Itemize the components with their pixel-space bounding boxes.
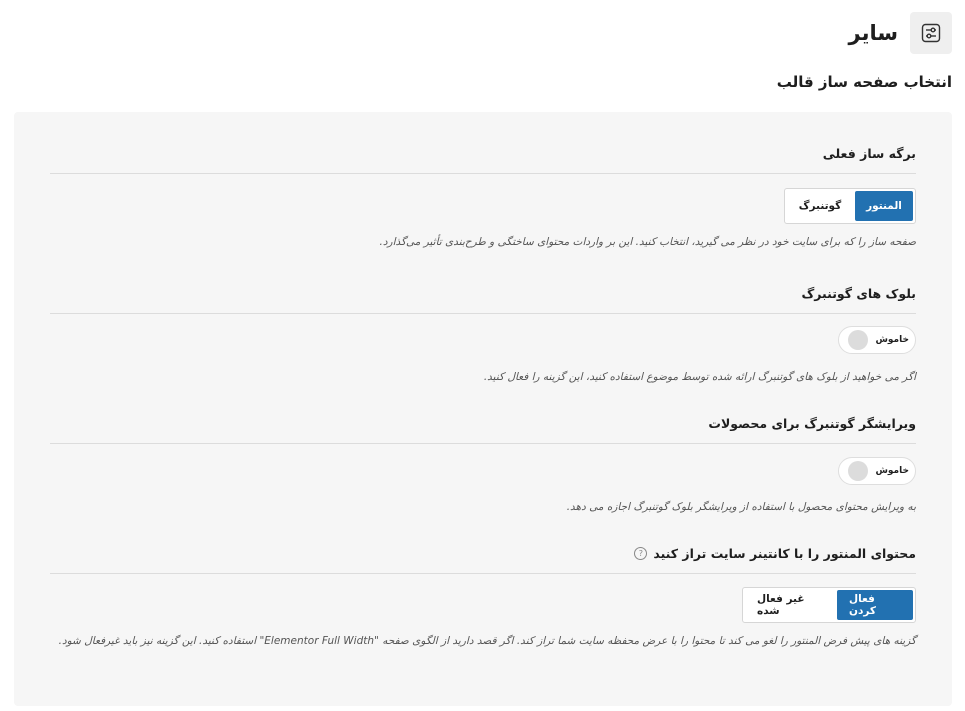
gutenberg-products-toggle[interactable]: خاموش — [838, 457, 916, 485]
field-label-elementor-container: محتوای المنتور را با کانتینر سایت تراز ک… — [50, 546, 916, 561]
option-elementor-button[interactable]: المنتور — [855, 191, 913, 221]
divider — [50, 573, 916, 574]
field-gutenberg-products: ویرایشگر گوتنبرگ برای محصولات خاموش به و… — [50, 416, 916, 517]
option-gutenberg-button[interactable]: گوتنبرگ — [787, 191, 853, 221]
field-description: اگر می خواهید از بلوک های گوتنبرگ ارائه … — [483, 371, 916, 383]
field-label-gutenberg-blocks: بلوک های گوتنبرگ — [801, 286, 916, 301]
page-header: سایر — [848, 12, 952, 54]
divider — [50, 173, 916, 174]
elementor-container-selector: فعال کردن غیر فعال شده — [742, 587, 916, 623]
option-disable-button[interactable]: غیر فعال شده — [745, 590, 835, 620]
field-gutenberg-blocks: بلوک های گوتنبرگ خاموش اگر می خواهید از … — [50, 286, 916, 387]
section-title: انتخاب صفحه ساز قالب — [776, 73, 952, 91]
field-description: گزینه های پیش فرض المنتور را لغو می کند … — [58, 635, 916, 647]
toggle-knob — [847, 461, 868, 481]
field-elementor-container: محتوای المنتور را با کانتینر سایت تراز ک… — [50, 546, 916, 651]
field-description: صفحه ساز را که برای سایت خود در نظر می گ… — [379, 236, 916, 248]
divider — [50, 443, 916, 444]
sliders-icon — [910, 12, 952, 54]
toggle-knob — [847, 330, 868, 350]
page-title: سایر — [848, 21, 899, 45]
help-icon[interactable]: ? — [634, 547, 648, 560]
settings-panel: برگه ساز فعلی المنتور گوتنبرگ صفحه ساز ر… — [14, 112, 952, 706]
divider — [50, 313, 916, 314]
field-page-builder: برگه ساز فعلی المنتور گوتنبرگ صفحه ساز ر… — [50, 146, 916, 252]
option-enable-button[interactable]: فعال کردن — [837, 590, 913, 620]
field-description: به ویرایش محتوای محصول با استفاده از ویر… — [566, 501, 916, 513]
gutenberg-blocks-toggle[interactable]: خاموش — [838, 326, 916, 354]
page-builder-selector: المنتور گوتنبرگ — [784, 188, 916, 224]
field-label-gutenberg-products: ویرایشگر گوتنبرگ برای محصولات — [708, 416, 916, 431]
toggle-state-label: خاموش — [875, 466, 910, 476]
field-label-page-builder: برگه ساز فعلی — [822, 146, 916, 161]
toggle-state-label: خاموش — [875, 335, 910, 345]
